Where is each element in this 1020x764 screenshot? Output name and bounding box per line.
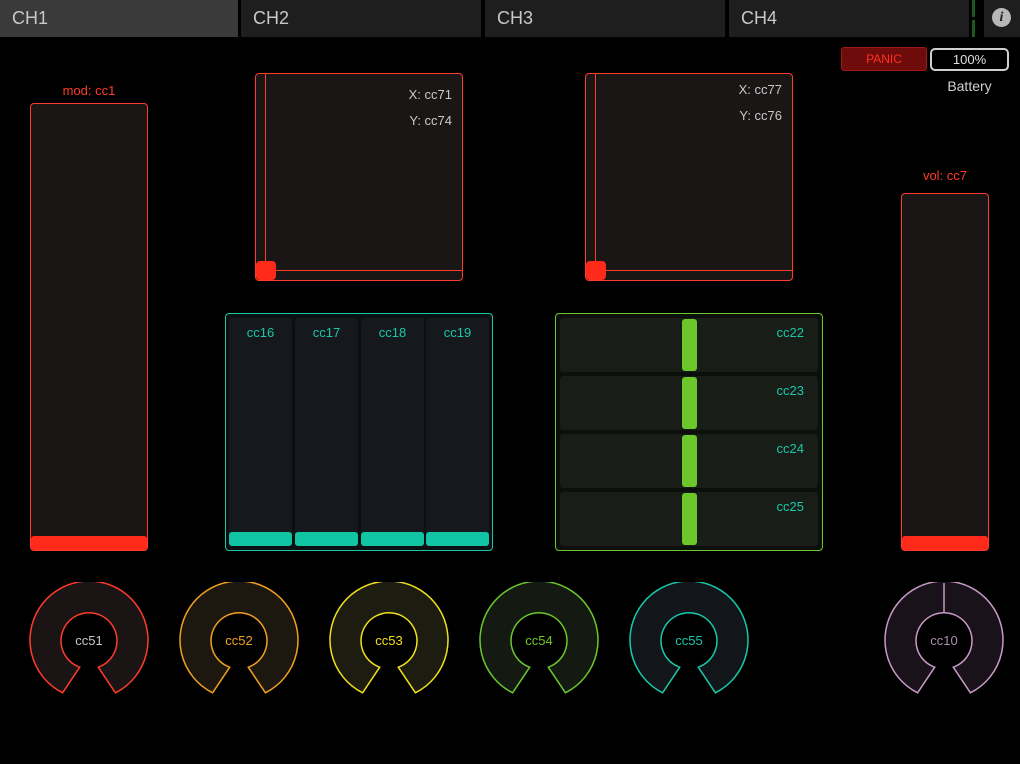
vol-fader[interactable]: [901, 193, 989, 551]
multi-fader-label: cc19: [443, 325, 472, 340]
multi-fader-fill: [361, 532, 424, 546]
multi-fader-fill: [295, 532, 358, 546]
multi-fader[interactable]: cc16 cc17 cc18 cc19: [225, 313, 493, 551]
multi-fader-fill: [426, 532, 489, 546]
multi-fader-fill: [229, 532, 292, 546]
h-fader-row[interactable]: cc22: [560, 318, 818, 372]
h-fader-row[interactable]: cc25: [560, 492, 818, 546]
info-icon: i: [992, 8, 1011, 27]
knob-label: cc55: [675, 633, 703, 648]
h-fader-row[interactable]: cc24: [560, 434, 818, 488]
vol-fader-fill: [902, 536, 988, 550]
knob-cc55[interactable]: cc55: [629, 580, 749, 702]
multi-fader-label: cc17: [312, 325, 341, 340]
multi-fader-column[interactable]: cc19: [426, 318, 489, 546]
h-fader-row[interactable]: cc23: [560, 376, 818, 430]
multi-fader-label: cc18: [378, 325, 407, 340]
h-fader-handle[interactable]: [682, 493, 697, 545]
h-fader-handle[interactable]: [682, 435, 697, 487]
knob-cc10[interactable]: cc10: [884, 580, 1004, 702]
knob-label: cc52: [225, 633, 253, 648]
h-fader-handle[interactable]: [682, 319, 697, 371]
xy-crosshair-v: [265, 74, 266, 280]
tab-ch2[interactable]: CH2: [241, 0, 481, 37]
panic-button[interactable]: PANIC: [841, 47, 927, 71]
knob-label: cc10: [930, 633, 958, 648]
mod-fader-label: mod: cc1: [62, 83, 116, 98]
h-fader-label: cc23: [776, 383, 804, 398]
mod-fader[interactable]: [30, 103, 148, 551]
knob-cc52[interactable]: cc52: [179, 580, 299, 702]
knob-cc53[interactable]: cc53: [329, 580, 449, 702]
mod-fader-fill: [31, 536, 147, 550]
xy-pad-1[interactable]: X: cc71 Y: cc74: [255, 73, 463, 281]
horizontal-multi-fader[interactable]: cc22 cc23 cc24 cc25: [555, 313, 823, 551]
xy-y-label: Y: cc76: [739, 108, 782, 123]
xy-crosshair-h: [256, 270, 462, 271]
xy-x-label: X: cc71: [408, 87, 452, 102]
xy-crosshair-v: [595, 74, 596, 280]
multi-fader-column[interactable]: cc17: [295, 318, 358, 546]
tab-ch3[interactable]: CH3: [485, 0, 725, 37]
h-fader-label: cc22: [776, 325, 804, 340]
xy-x-label: X: cc77: [738, 82, 782, 97]
knob-label: cc51: [75, 633, 103, 648]
knob-label: cc53: [375, 633, 403, 648]
knob-label: cc54: [525, 633, 553, 648]
h-fader-label: cc25: [776, 499, 804, 514]
knob-cc54[interactable]: cc54: [479, 580, 599, 702]
xy-pad-2[interactable]: X: cc77 Y: cc76: [585, 73, 793, 281]
xy-handle[interactable]: [586, 261, 606, 280]
xy-crosshair-h: [586, 270, 792, 271]
multi-fader-column[interactable]: cc16: [229, 318, 292, 546]
info-button[interactable]: i: [984, 0, 1020, 37]
knob-cc51[interactable]: cc51: [29, 580, 149, 702]
battery-label: Battery: [947, 78, 992, 94]
multi-fader-column[interactable]: cc18: [361, 318, 424, 546]
midi-indicator: [972, 20, 975, 37]
battery-indicator: 100%: [930, 48, 1009, 71]
h-fader-handle[interactable]: [682, 377, 697, 429]
multi-fader-label: cc16: [246, 325, 275, 340]
xy-y-label: Y: cc74: [409, 113, 452, 128]
tab-ch4[interactable]: CH4: [729, 0, 969, 37]
vol-fader-label: vol: cc7: [922, 168, 968, 183]
xy-handle[interactable]: [256, 261, 276, 280]
h-fader-label: cc24: [776, 441, 804, 456]
midi-indicator: [972, 0, 975, 17]
tab-ch1[interactable]: CH1: [0, 0, 238, 37]
